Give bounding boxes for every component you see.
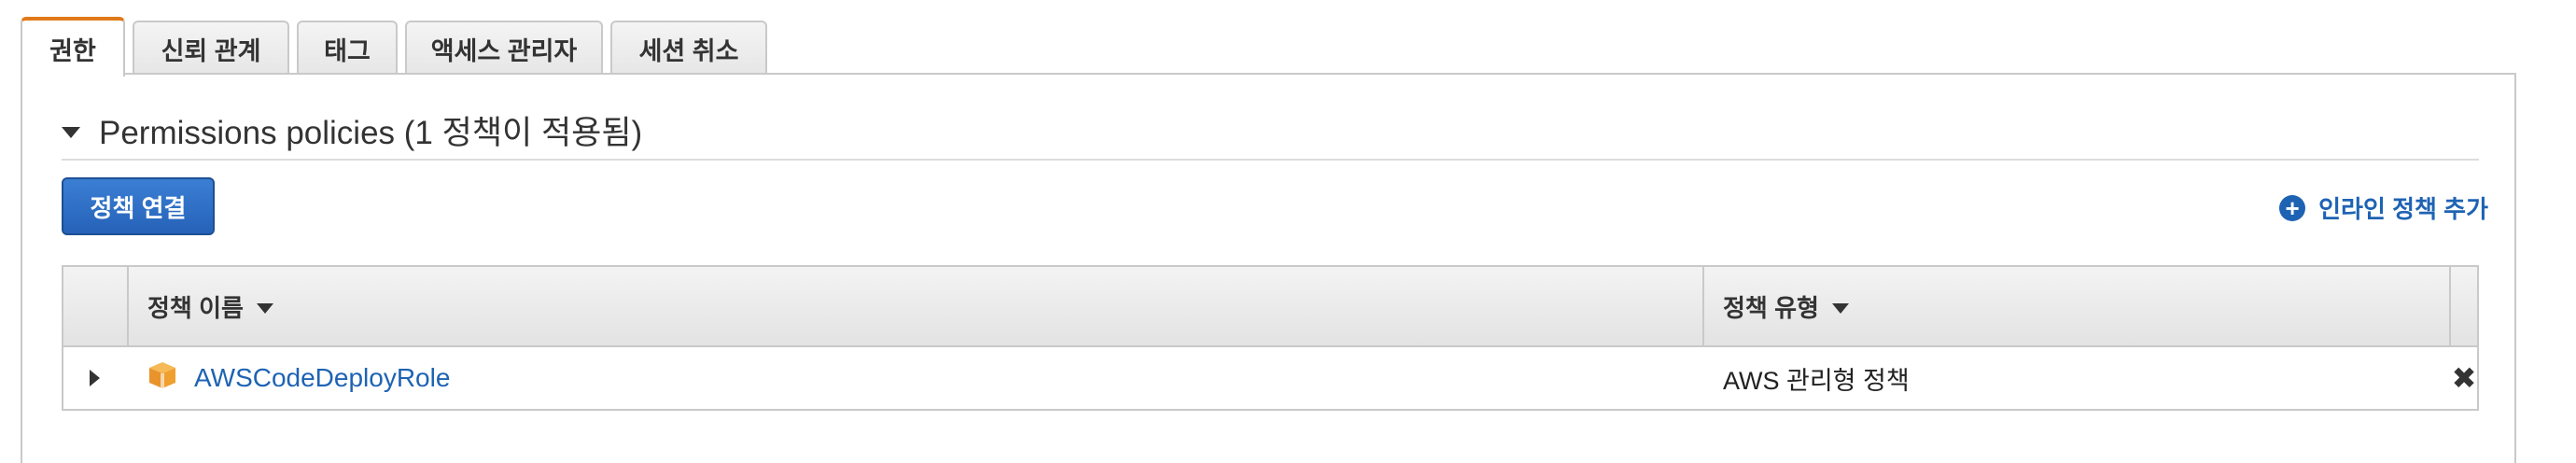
row-expand-cell[interactable] [63,347,129,409]
header-policy-type-label: 정책 유형 [1723,293,1819,322]
caret-right-icon[interactable] [90,370,100,386]
header-policy-name-label: 정책 이름 [147,293,244,322]
close-x-icon[interactable]: ✖ [2452,363,2477,393]
permissions-panel: Permissions policies (1 정책이 적용됨) 정책 연결 +… [21,73,2516,463]
role-detail-page: 권한 신뢰 관계 태그 액세스 관리자 세션 취소 Permissions po… [0,0,2576,463]
aws-managed-policy-box-icon [149,362,175,388]
tab-revoke-sessions[interactable]: 세션 취소 [610,21,767,75]
tab-access-advisor[interactable]: 액세스 관리자 [405,21,603,75]
table-row: AWSCodeDeployRole AWS 관리형 정책 ✖ [63,347,2477,411]
policy-type-cell: AWS 관리형 정책 [1723,366,1910,395]
sort-caret-icon[interactable] [1831,302,1849,314]
section-divider [62,159,2479,161]
plus-circle-icon: + [2279,194,2306,221]
policies-table: 정책 이름 정책 유형 AWSCodeDeployRole AWS 관리형 정책… [62,265,2479,411]
tab-bar: 권한 신뢰 관계 태그 액세스 관리자 세션 취소 [21,17,775,77]
attach-policy-button[interactable]: 정책 연결 [62,177,215,235]
section-title: Permissions policies (1 정책이 적용됨) [99,115,643,151]
header-actions-col [2451,267,2477,345]
policy-name-cell: AWSCodeDeployRole [129,347,1704,409]
collapse-caret-icon[interactable] [62,126,80,138]
policy-name-link[interactable]: AWSCodeDeployRole [194,363,450,393]
add-inline-policy-link[interactable]: + 인라인 정책 추가 [2279,190,2488,225]
add-inline-policy-label: 인라인 정책 추가 [2318,195,2488,223]
row-remove-cell[interactable]: ✖ [2451,347,2477,409]
permissions-section-header[interactable]: Permissions policies (1 정책이 적용됨) [62,106,642,154]
header-expand-col [63,267,129,345]
sort-caret-icon[interactable] [256,302,273,314]
header-policy-name[interactable]: 정책 이름 [129,267,1704,345]
tab-trust-relationships[interactable]: 신뢰 관계 [133,21,289,75]
table-header: 정책 이름 정책 유형 [63,267,2477,347]
header-policy-type[interactable]: 정책 유형 [1704,267,2451,345]
tab-permissions[interactable]: 권한 [21,17,125,77]
tab-tags[interactable]: 태그 [297,21,398,75]
